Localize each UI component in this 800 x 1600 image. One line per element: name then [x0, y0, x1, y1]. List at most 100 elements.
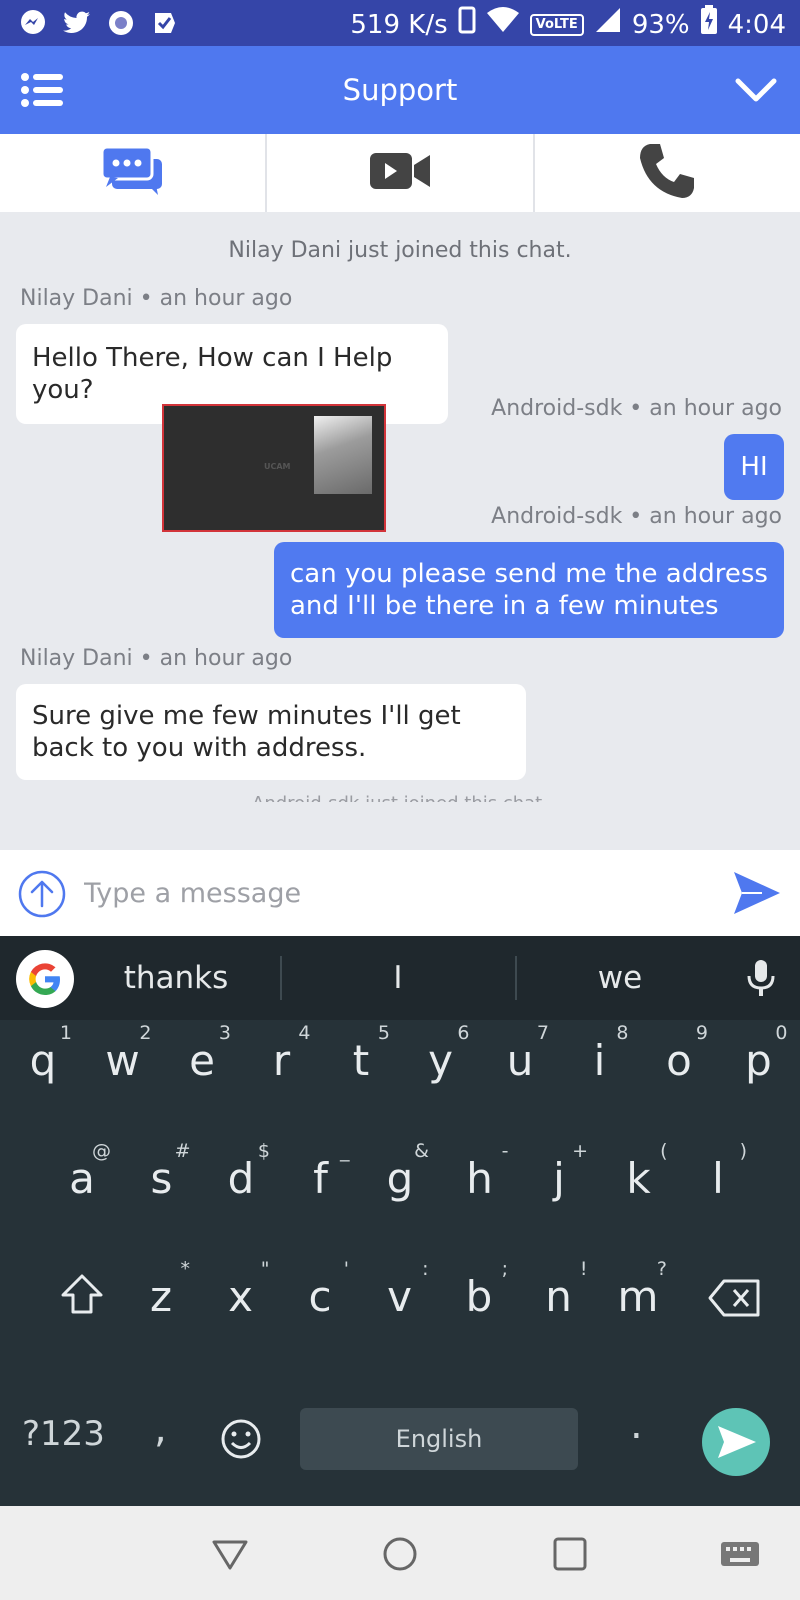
camera-preview [314, 416, 372, 494]
chat-history[interactable]: Nilay Dani just joined this chat. Nilay … [0, 212, 800, 850]
tab-chat[interactable] [0, 134, 268, 212]
comma-key[interactable]: , [154, 1406, 167, 1452]
incoming-message: Sure give me few minutes I'll get back t… [16, 684, 526, 780]
message-composer [0, 850, 800, 936]
outgoing-message: can you please send me the address and I… [274, 542, 784, 638]
key-j[interactable]: + j [520, 1132, 598, 1232]
microphone-icon[interactable] [744, 958, 778, 998]
suggestion-strip: thanks I we [0, 936, 800, 1020]
circle-app-icon [106, 8, 136, 38]
key-label: c [308, 1272, 332, 1321]
key-u[interactable]: 7u [481, 1014, 559, 1114]
key-label: n [545, 1272, 572, 1321]
key-z[interactable]: * z [122, 1250, 200, 1350]
suggestion-1[interactable]: thanks [100, 936, 252, 1020]
battery-percent: 93% [631, 10, 690, 40]
space-key[interactable]: English [300, 1408, 578, 1470]
key-e[interactable]: 3e [163, 1014, 241, 1114]
key-y[interactable]: 6y [402, 1014, 480, 1114]
twitter-icon [62, 8, 92, 38]
key-o[interactable]: 9o [640, 1014, 718, 1114]
key-label: e [189, 1036, 215, 1085]
key-label: j [553, 1154, 565, 1203]
key-label: x [228, 1272, 253, 1321]
shift-key[interactable] [60, 1273, 103, 1314]
send-icon[interactable] [732, 870, 782, 916]
system-message: Nilay Dani just joined this chat. [228, 238, 572, 263]
key-c[interactable]: ' c [281, 1250, 359, 1350]
key-p[interactable]: 0p [720, 1014, 798, 1114]
key-label: a [69, 1154, 95, 1203]
key-label: q [29, 1036, 57, 1085]
key-label: w [105, 1036, 140, 1085]
key-w[interactable]: 2w [84, 1014, 162, 1114]
key-label: t [352, 1036, 370, 1085]
battery-charging-icon [700, 5, 718, 45]
divider [515, 956, 517, 1000]
messenger-icon [18, 8, 48, 38]
key-h[interactable]: -h [441, 1132, 519, 1232]
key-s[interactable]: # s [123, 1132, 201, 1232]
faded-system-message: Android-sdk just joined this chat. [0, 794, 800, 802]
message-input[interactable] [84, 868, 684, 918]
message-meta: Android-sdk • an hour ago [491, 396, 782, 421]
symbols-key[interactable]: ?123 [22, 1414, 105, 1454]
key-n[interactable]: ! n [520, 1250, 598, 1350]
key-l[interactable]: ) l [679, 1132, 757, 1232]
key-v[interactable]: :v [361, 1250, 439, 1350]
signal-icon [594, 7, 622, 43]
key-label: f [313, 1154, 328, 1203]
key-b[interactable]: ; b [440, 1250, 518, 1350]
enter-send-key[interactable] [702, 1408, 770, 1476]
key-i[interactable]: 8i [561, 1014, 639, 1114]
volte-badge: VoLTE [529, 14, 584, 36]
wifi-icon [486, 7, 520, 43]
key-label: r [272, 1036, 291, 1085]
video-thumbnail[interactable]: UCAM [162, 404, 386, 532]
key-label: o [666, 1036, 692, 1085]
key-k[interactable]: (k [600, 1132, 678, 1232]
google-logo-icon[interactable] [16, 950, 74, 1008]
recents-square-icon[interactable] [550, 1534, 590, 1574]
key-a[interactable]: @ a [43, 1132, 121, 1232]
key-label: v [387, 1272, 412, 1321]
clock: 4:04 [727, 10, 786, 40]
key-x[interactable]: " x [202, 1250, 280, 1350]
key-label: g [386, 1154, 414, 1203]
key-t[interactable]: 5t [322, 1014, 400, 1114]
key-label: m [617, 1272, 659, 1321]
key-label: u [506, 1036, 534, 1085]
key-label: s [150, 1154, 173, 1203]
key-label: p [745, 1036, 772, 1085]
key-label: h [466, 1154, 493, 1203]
key-m[interactable]: ? m [599, 1250, 677, 1350]
emoji-icon[interactable] [220, 1418, 262, 1464]
phone-outline-icon [458, 6, 476, 44]
keyboard-switch-icon[interactable] [718, 1534, 762, 1574]
suggestion-3[interactable]: we [540, 936, 700, 1020]
app-bar: Support [0, 46, 800, 134]
key-label: l [712, 1154, 724, 1203]
period-key[interactable]: . [630, 1402, 643, 1448]
key-r[interactable]: 4r [243, 1014, 321, 1114]
message-meta: Nilay Dani • an hour ago [20, 286, 293, 311]
key-d[interactable]: $ d [202, 1132, 280, 1232]
tab-phone[interactable] [535, 134, 800, 212]
tab-video[interactable] [267, 134, 535, 212]
key-label: k [626, 1154, 651, 1203]
chevron-down-icon[interactable] [734, 72, 778, 108]
key-label: y [428, 1036, 453, 1085]
message-meta: Android-sdk • an hour ago [491, 504, 782, 529]
home-circle-icon[interactable] [380, 1534, 420, 1574]
key-q[interactable]: 1q [4, 1014, 82, 1114]
key-f[interactable]: _ f [282, 1132, 360, 1232]
suggestion-2[interactable]: I [318, 936, 478, 1020]
key-g[interactable]: & g [361, 1132, 439, 1232]
thumbnail-watermark: UCAM [264, 462, 291, 471]
key-label: b [465, 1272, 493, 1321]
upload-arrow-icon[interactable] [18, 870, 66, 918]
checklist-app-icon [150, 8, 180, 38]
back-triangle-icon[interactable] [210, 1534, 250, 1574]
backspace-key[interactable] [708, 1278, 762, 1322]
divider [280, 956, 282, 1000]
